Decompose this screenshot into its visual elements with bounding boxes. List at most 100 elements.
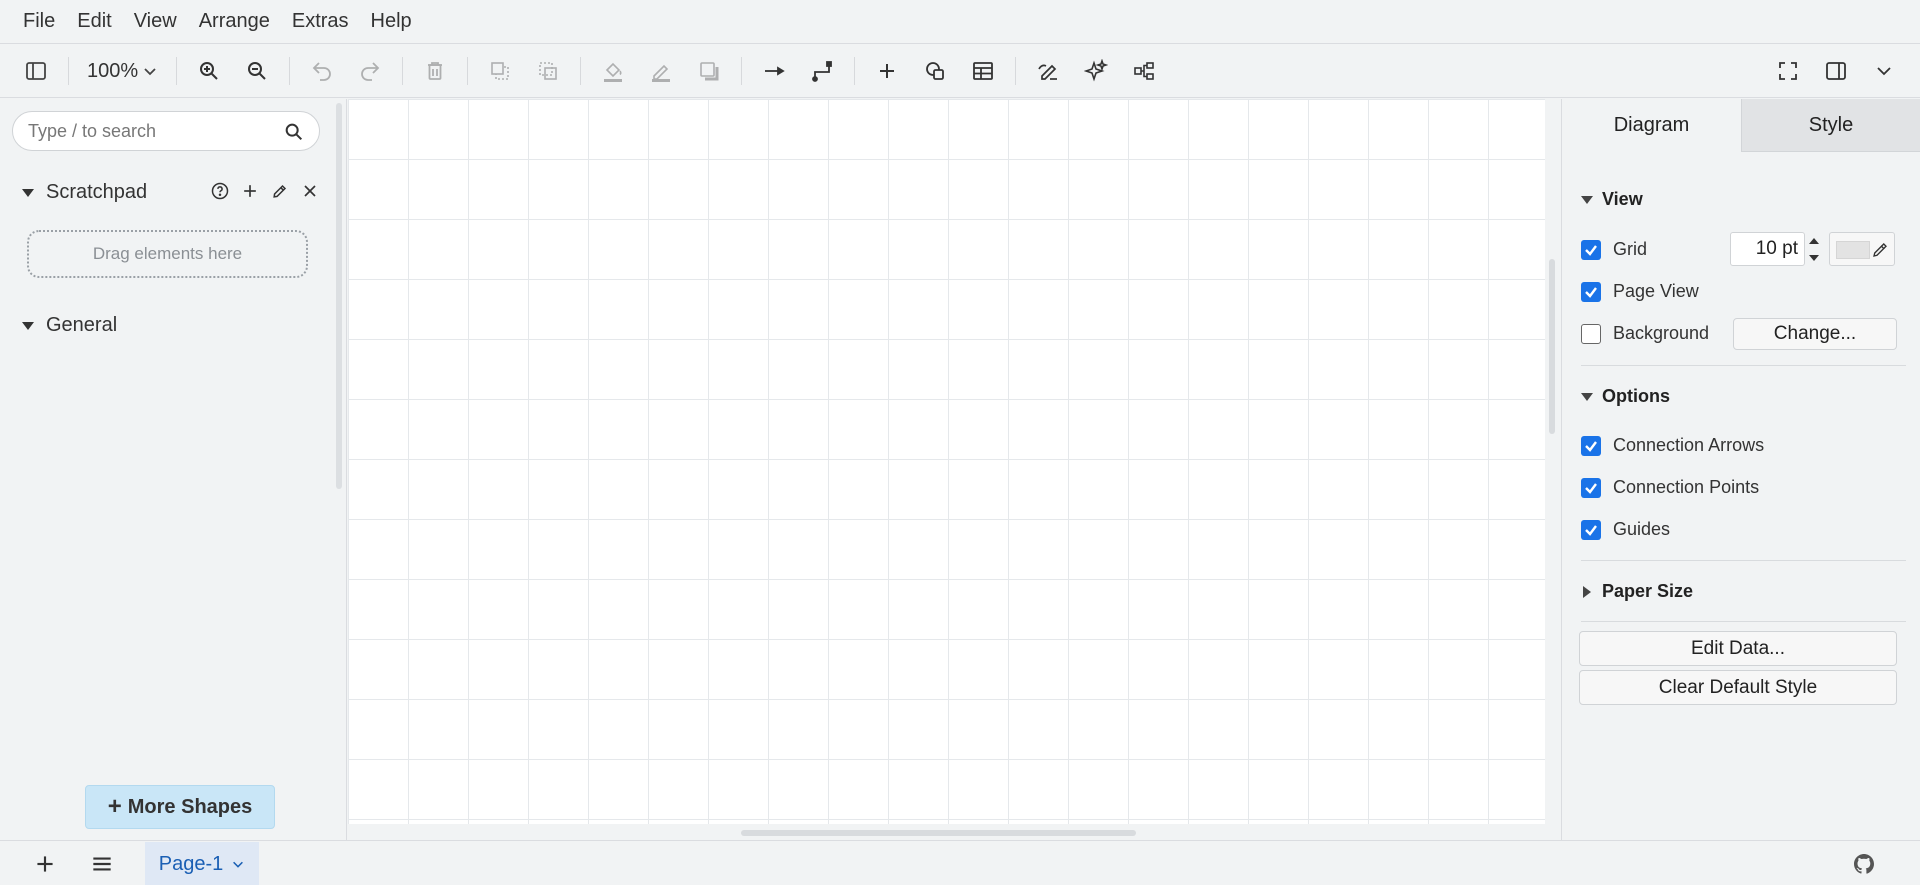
toolbar-divider: [402, 57, 404, 85]
grid-size-input[interactable]: 10 pt: [1730, 232, 1805, 266]
paper-size-section-header[interactable]: Paper Size: [1581, 581, 1693, 602]
connection-points-label: Connection Points: [1613, 477, 1760, 497]
caret-down-icon: [1581, 195, 1593, 204]
add-page-icon[interactable]: [32, 851, 58, 877]
options-section-title: Options: [1602, 386, 1670, 406]
section-divider: [1581, 365, 1906, 366]
page-tab-1[interactable]: Page-1: [145, 842, 259, 885]
undo-icon[interactable]: [302, 51, 342, 91]
chevron-down-icon: [144, 68, 156, 76]
fill-color-icon[interactable]: [593, 51, 633, 91]
scratchpad-actions: [210, 181, 320, 201]
shapes-icon[interactable]: [915, 51, 955, 91]
caret-right-icon: [1583, 585, 1591, 598]
waypoints-icon[interactable]: [802, 51, 842, 91]
page-bar: Page-1: [0, 840, 1920, 885]
tab-style[interactable]: Style: [1741, 99, 1920, 152]
zoom-out-icon[interactable]: [237, 51, 277, 91]
redo-icon[interactable]: [350, 51, 390, 91]
search-input[interactable]: [28, 120, 278, 142]
ai-generate-icon[interactable]: [1076, 51, 1116, 91]
collapse-icon[interactable]: [1864, 51, 1904, 91]
delete-icon[interactable]: [415, 51, 455, 91]
diagram-canvas[interactable]: [348, 99, 1545, 824]
search-box[interactable]: [12, 111, 320, 151]
to-back-icon[interactable]: [528, 51, 568, 91]
toolbar-divider: [741, 57, 743, 85]
caret-down-icon: [1581, 392, 1593, 401]
page-view-checkbox[interactable]: [1581, 281, 1601, 302]
chevron-down-icon[interactable]: [231, 857, 245, 871]
general-header[interactable]: General: [22, 314, 117, 337]
search-icon[interactable]: [283, 121, 305, 143]
menu-edit[interactable]: Edit: [66, 10, 122, 33]
toolbar-divider: [854, 57, 856, 85]
connection-icon[interactable]: [754, 51, 794, 91]
toolbar-divider: [467, 57, 469, 85]
change-background-button[interactable]: Change...: [1733, 318, 1897, 350]
menu-help[interactable]: Help: [360, 10, 423, 33]
grid-option[interactable]: Grid: [1581, 239, 1647, 260]
tab-diagram[interactable]: Diagram: [1562, 99, 1741, 152]
insert-icon[interactable]: [867, 51, 907, 91]
canvas-vertical-scrollbar[interactable]: [1549, 259, 1555, 434]
to-front-icon[interactable]: [480, 51, 520, 91]
clear-default-style-button[interactable]: Clear Default Style: [1579, 670, 1897, 705]
toolbar-divider: [176, 57, 178, 85]
grid-label: Grid: [1613, 239, 1648, 259]
fullscreen-icon[interactable]: [1768, 51, 1808, 91]
connection-points-option[interactable]: Connection Points: [1581, 477, 1759, 498]
check-icon: [1585, 524, 1597, 536]
view-section-header[interactable]: View: [1581, 189, 1643, 210]
check-icon: [1585, 244, 1597, 256]
line-color-icon[interactable]: [641, 51, 681, 91]
menu-bar: File Edit View Arrange Extras Help: [0, 0, 1920, 44]
sidebar-scrollbar[interactable]: [336, 103, 342, 489]
toolbar-divider: [1015, 57, 1017, 85]
connection-points-checkbox[interactable]: [1581, 477, 1601, 498]
sidebar-toggle-icon[interactable]: [16, 51, 56, 91]
edit-data-button[interactable]: Edit Data...: [1579, 631, 1897, 666]
scratchpad-dropzone[interactable]: Drag elements here: [27, 230, 308, 278]
spin-up-icon[interactable]: [1809, 237, 1819, 244]
spin-down-icon[interactable]: [1809, 254, 1819, 261]
help-icon[interactable]: [210, 181, 230, 201]
guides-checkbox[interactable]: [1581, 519, 1601, 540]
check-icon: [1585, 440, 1597, 452]
options-section-header[interactable]: Options: [1581, 386, 1670, 407]
zoom-in-icon[interactable]: [189, 51, 229, 91]
format-panel-icon[interactable]: [1816, 51, 1856, 91]
freehand-icon[interactable]: [1028, 51, 1068, 91]
caret-down-icon: [22, 321, 34, 330]
table-icon[interactable]: [963, 51, 1003, 91]
github-icon[interactable]: [1852, 852, 1876, 876]
zoom-dropdown[interactable]: 100%: [77, 60, 168, 83]
edit-icon[interactable]: [270, 181, 290, 201]
page-view-option[interactable]: Page View: [1581, 281, 1699, 302]
background-checkbox[interactable]: [1581, 323, 1601, 344]
background-option[interactable]: Background: [1581, 323, 1709, 344]
section-divider: [1581, 560, 1906, 561]
menu-view[interactable]: View: [123, 10, 188, 33]
connection-arrows-option[interactable]: Connection Arrows: [1581, 435, 1764, 456]
add-icon[interactable]: [240, 181, 260, 201]
shadow-icon[interactable]: [689, 51, 729, 91]
more-shapes-button[interactable]: + More Shapes: [85, 785, 275, 829]
toolbar-divider: [68, 57, 69, 85]
menu-extras[interactable]: Extras: [281, 10, 360, 33]
shapes-sidebar: Scratchpad Drag elements here General + …: [0, 99, 347, 840]
toolbar: 100%: [0, 45, 1920, 98]
page-view-label: Page View: [1613, 281, 1699, 301]
scratchpad-header[interactable]: Scratchpad: [22, 181, 147, 204]
menu-arrange[interactable]: Arrange: [188, 10, 281, 33]
grid-color-picker[interactable]: [1829, 232, 1895, 266]
connection-arrows-checkbox[interactable]: [1581, 435, 1601, 456]
canvas-horizontal-scrollbar[interactable]: [741, 830, 1136, 836]
menu-file[interactable]: File: [12, 10, 66, 33]
layout-icon[interactable]: [1124, 51, 1164, 91]
guides-option[interactable]: Guides: [1581, 519, 1670, 540]
close-icon[interactable]: [300, 181, 320, 201]
pages-menu-icon[interactable]: [89, 851, 115, 877]
grid-checkbox[interactable]: [1581, 239, 1601, 260]
grid-size-stepper[interactable]: [1807, 232, 1821, 266]
